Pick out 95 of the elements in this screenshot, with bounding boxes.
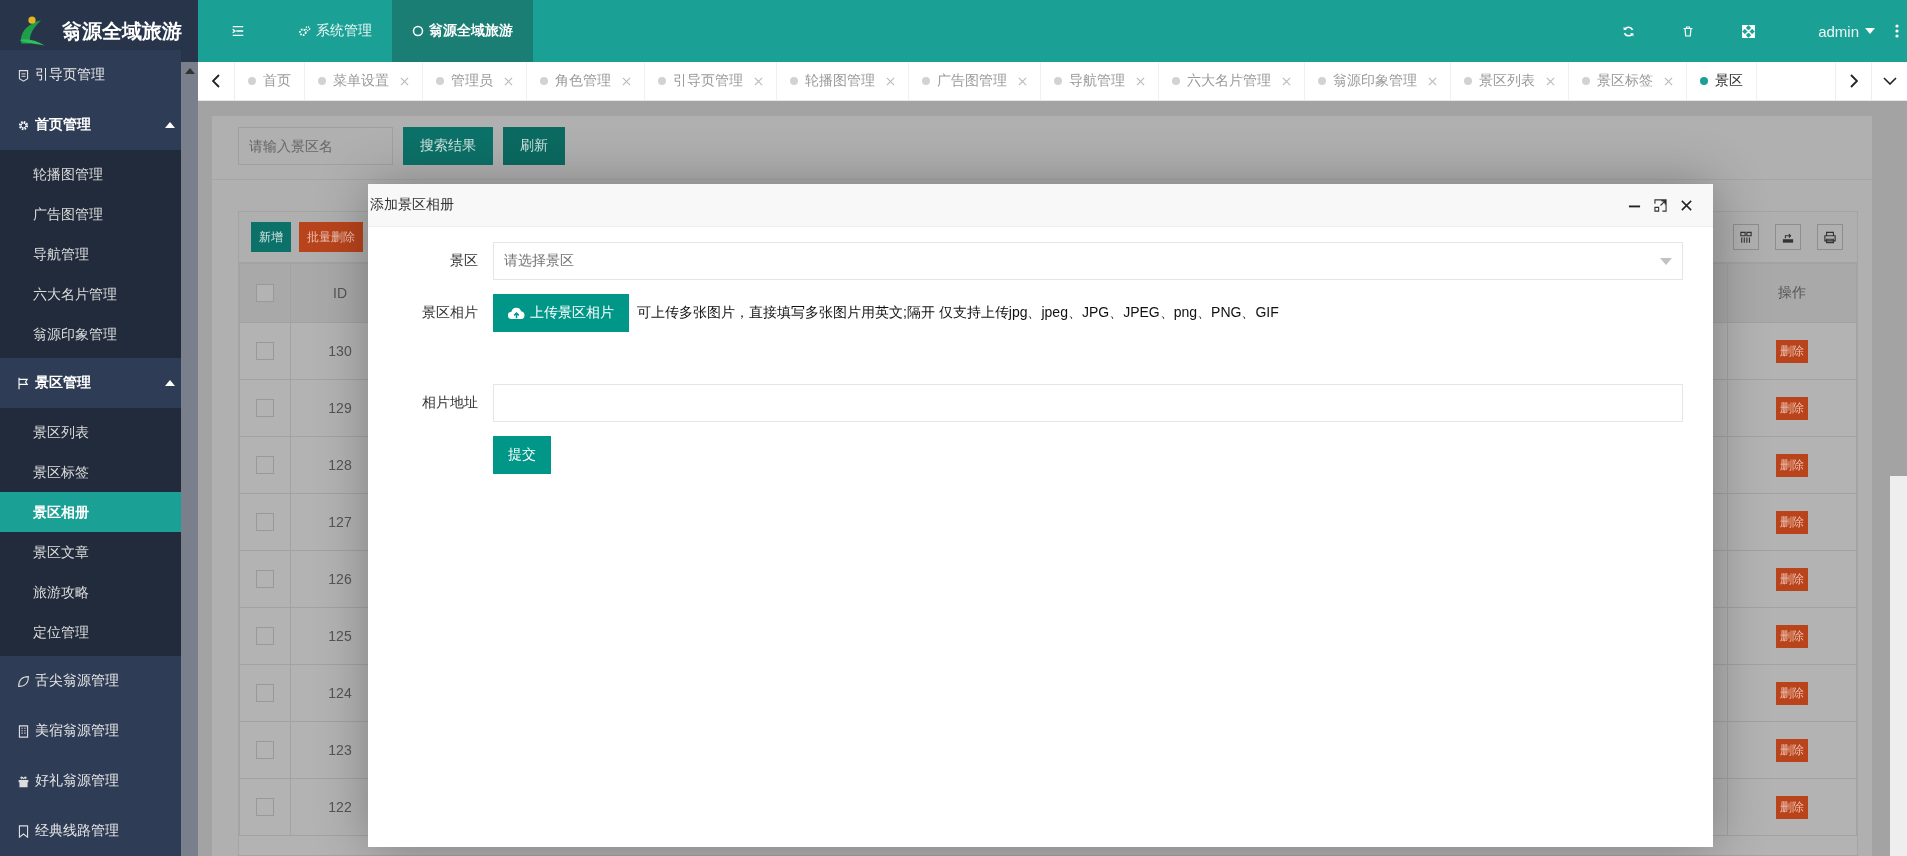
sidebar-item[interactable]: 定位管理	[0, 612, 181, 652]
search-button[interactable]: 刷新	[503, 127, 565, 165]
sidebar-item[interactable]: 景区标签	[0, 452, 181, 492]
sidebar-item[interactable]: 广告图管理	[0, 194, 181, 234]
bookmark-icon	[17, 824, 30, 838]
delete-button[interactable]: 删除	[1776, 339, 1808, 363]
delete-button[interactable]: 删除	[1776, 453, 1808, 477]
caret-icon	[165, 122, 175, 128]
caret-icon	[1660, 257, 1672, 265]
dot-icon	[436, 77, 444, 85]
sidebar-item[interactable]: 导航管理	[0, 234, 181, 274]
gear-icon	[17, 118, 30, 132]
dot-icon	[1318, 77, 1326, 85]
column-header: 操作	[1727, 263, 1857, 323]
doc-icon	[17, 68, 30, 82]
field-label: 相片地址	[421, 394, 479, 412]
checkbox[interactable]	[256, 798, 274, 817]
dot-icon	[248, 77, 256, 85]
upload-hint: 可上传多张图片，直接填写多张图片用英文;隔开 仅支持上传jpg、jpeg、JPG、JPEG、png、PNG、GIF	[637, 304, 1279, 322]
dot-icon	[1464, 77, 1472, 85]
gift-icon	[17, 774, 30, 788]
delete-button[interactable]: 删除	[1776, 681, 1808, 705]
page-tab[interactable]: 景区列表	[1451, 62, 1569, 100]
dialog-title: 添加景区相册	[370, 196, 454, 214]
upload-button[interactable]: 上传景区相片	[493, 294, 629, 332]
checkbox[interactable]	[256, 741, 274, 760]
field-label: 景区	[449, 252, 479, 270]
page-tab[interactable]: 广告图管理	[909, 62, 1041, 100]
dot-icon	[1582, 77, 1590, 85]
scroll-up-arrow-icon[interactable]	[184, 68, 195, 74]
caret-icon	[165, 380, 175, 386]
dot-icon	[1172, 77, 1180, 85]
dot-icon	[540, 77, 548, 85]
checkbox[interactable]	[256, 284, 274, 303]
input-field[interactable]	[493, 384, 1683, 422]
flag-icon	[17, 376, 30, 390]
page-tab[interactable]: 引导页管理	[645, 62, 777, 100]
checkbox[interactable]	[256, 399, 274, 418]
sidebar-scrollbar[interactable]	[181, 62, 198, 856]
search-button[interactable]: 搜索结果	[403, 127, 493, 165]
dot-icon	[790, 77, 798, 85]
checkbox[interactable]	[256, 627, 274, 646]
circle-icon	[412, 25, 424, 37]
delete-button[interactable]: 删除	[1776, 624, 1808, 648]
building-icon	[17, 724, 30, 738]
submit-button[interactable]: 提交	[493, 436, 551, 474]
delete-button[interactable]: 删除	[1776, 510, 1808, 534]
top-nav-tab[interactable]: 系统管理	[278, 0, 392, 62]
page-tab[interactable]: 管理员	[423, 62, 527, 100]
leaf-icon	[17, 674, 30, 688]
delete-button[interactable]: 删除	[1776, 567, 1808, 591]
checkbox[interactable]	[256, 456, 274, 475]
sidebar-item[interactable]: 六大名片管理	[0, 274, 181, 314]
checkbox[interactable]	[256, 684, 274, 703]
brand-title: 翁源全域旅游	[62, 18, 182, 44]
dot-icon	[318, 77, 326, 85]
delete-button[interactable]: 删除	[1776, 738, 1808, 762]
sidebar-item[interactable]: 景区文章	[0, 532, 181, 572]
page-tab[interactable]: 菜单设置	[305, 62, 423, 100]
page-tab[interactable]: 导航管理	[1041, 62, 1159, 100]
dot-icon	[658, 77, 666, 85]
cloud-upload-icon	[508, 306, 525, 320]
page-tab[interactable]: 景区	[1687, 62, 1757, 100]
page-tab[interactable]: 景区标签	[1569, 62, 1687, 100]
more-icon[interactable]	[1895, 24, 1899, 38]
page-tab[interactable]: 首页	[235, 62, 305, 100]
sidebar-item[interactable]: 轮播图管理	[0, 154, 181, 194]
sidebar-item[interactable]: 景区相册	[0, 492, 181, 532]
export-icon[interactable]	[1775, 224, 1801, 250]
caret-icon	[1865, 28, 1875, 34]
select-field[interactable]: 请选择景区	[493, 242, 1683, 280]
print-icon[interactable]	[1817, 224, 1843, 250]
toolbar-button[interactable]: 批量删除	[299, 222, 363, 252]
page-tab[interactable]: 轮播图管理	[777, 62, 909, 100]
dot-icon	[1700, 77, 1708, 85]
toolbar-button[interactable]: 新增	[251, 222, 291, 252]
user-menu[interactable]: admin	[1808, 0, 1885, 62]
checkbox[interactable]	[256, 570, 274, 589]
sidebar-item[interactable]: 旅游攻略	[0, 572, 181, 612]
page-tab[interactable]: 角色管理	[527, 62, 645, 100]
dot-icon	[922, 77, 930, 85]
search-field[interactable]: 请输入景区名	[238, 127, 393, 165]
gears-icon	[298, 24, 311, 38]
dot-icon	[1054, 77, 1062, 85]
columns-icon[interactable]	[1733, 224, 1759, 250]
top-nav-tab[interactable]: 翁源全域旅游	[392, 0, 533, 62]
delete-button[interactable]: 删除	[1776, 396, 1808, 420]
page-tab[interactable]: 翁源印象管理	[1305, 62, 1451, 100]
checkbox[interactable]	[256, 513, 274, 532]
sidebar-item[interactable]: 翁源印象管理	[0, 314, 181, 354]
checkbox[interactable]	[256, 342, 274, 361]
delete-button[interactable]: 删除	[1776, 795, 1808, 819]
sidebar-item[interactable]: 景区列表	[0, 412, 181, 452]
page-tab[interactable]: 六大名片管理	[1159, 62, 1305, 100]
field-label: 景区相片	[421, 304, 479, 322]
